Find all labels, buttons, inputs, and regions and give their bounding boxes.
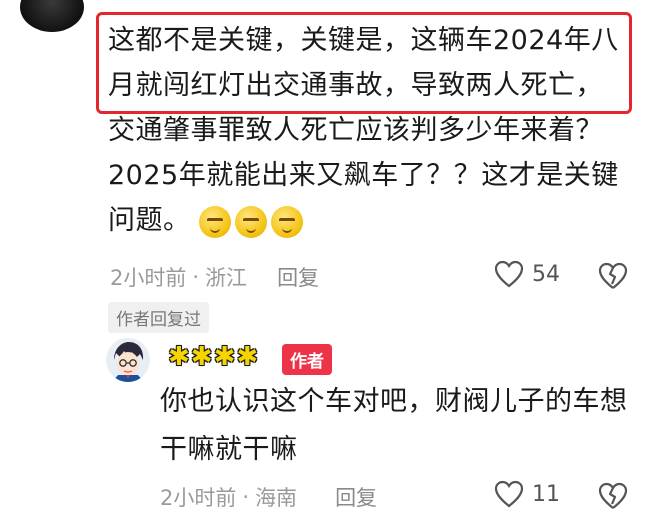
- thinking-emoji-icon: [234, 205, 267, 238]
- thinking-emoji-icon: [198, 205, 231, 238]
- comment-time: 2小时前: [110, 266, 187, 290]
- commenter-avatar[interactable]: [20, 0, 84, 32]
- broken-heart-icon[interactable]: [598, 262, 628, 290]
- comment-line-text: 问题。: [108, 205, 191, 236]
- comment-location: 浙江: [205, 266, 248, 290]
- author-badge: 作者: [282, 344, 332, 375]
- reply-line: 干嘛就干嘛: [160, 434, 298, 465]
- reply-like-button[interactable]: 11: [494, 480, 560, 508]
- heart-icon: [494, 480, 524, 508]
- meta-dot: ·: [242, 485, 250, 509]
- comment-like-button[interactable]: 54: [494, 260, 560, 288]
- reply-time: 2小时前: [160, 486, 237, 510]
- reply-meta: 2小时前 · 海南 回复: [160, 482, 377, 512]
- reply-location: 海南: [255, 486, 298, 510]
- reply-line: 你也认识这个车对吧，财阀儿子的车想: [160, 386, 628, 417]
- highlight-box: [96, 12, 632, 114]
- emoji-group: [198, 205, 303, 238]
- broken-heart-icon[interactable]: [598, 482, 628, 510]
- comment-like-count: 54: [532, 261, 560, 287]
- reply-reply-button[interactable]: 回复: [335, 482, 377, 512]
- heart-icon: [494, 260, 524, 288]
- comment-reply-button[interactable]: 回复: [277, 262, 319, 292]
- reply-like-count: 11: [532, 481, 560, 507]
- thinking-emoji-icon: [270, 205, 303, 238]
- comment-line: 交通肇事罪致人死亡应该判多少年来着？: [108, 115, 603, 146]
- reply-avatar[interactable]: [106, 338, 150, 382]
- reply-username[interactable]: ✱✱✱✱: [168, 342, 259, 372]
- comment-meta: 2小时前 · 浙江 回复: [110, 262, 319, 292]
- comment-line-last: 问题。: [108, 198, 648, 243]
- author-replied-tag: 作者回复过: [108, 302, 209, 333]
- reply-body: 你也认识这个车对吧，财阀儿子的车想 干嘛就干嘛: [160, 378, 640, 474]
- comment-line: 2025年就能出来又飙车了？？这才是关键: [108, 160, 619, 191]
- meta-dot: ·: [192, 265, 200, 289]
